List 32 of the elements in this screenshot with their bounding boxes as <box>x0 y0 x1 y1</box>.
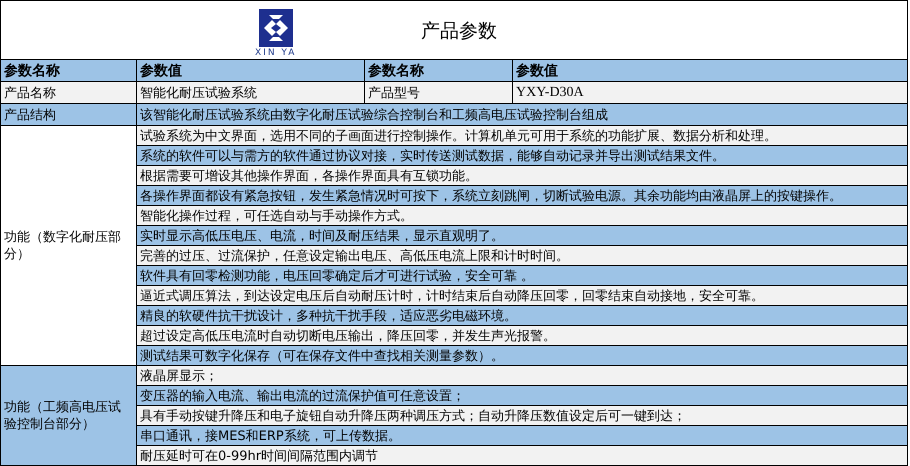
table-cell: YXY-D30A <box>513 82 908 104</box>
table-cell: 产品型号 <box>365 82 513 104</box>
column-header: 参数名称 <box>365 60 513 82</box>
table-cell: 功能（工频高电压试验控制台部分） <box>1 366 137 466</box>
table-cell: 超过设定高低压电流时自动切断电压输出，降压回零，并发生声光报警。 <box>137 326 908 346</box>
table-cell: 测试结果可数字化保存（可在保存文件中查找相关测量参数）。 <box>137 346 908 366</box>
table-cell: 液晶屏显示； <box>137 366 908 386</box>
table-cell: 软件具有回零检测功能，电压回零确定后才可进行试验，安全可靠 。 <box>137 266 908 286</box>
table-cell: 该智能化耐压试验系统由数字化耐压试验综合控制台和工频高电压试验控制台组成 <box>137 104 908 126</box>
table-cell: 系统的软件可以与需方的软件通过协议对接，实时传送测试数据，能够自动记录并导出测试结果文件。 <box>137 146 908 166</box>
table-cell: 产品名称 <box>1 82 137 104</box>
table-cell: 根据需要可增设其他操作界面，各操作界面具有互锁功能。 <box>137 166 908 186</box>
column-header: 参数值 <box>513 60 908 82</box>
table-cell: 完善的过压、过流保护，任意设定输出电压、高低压电流上限和计时时间。 <box>137 246 908 266</box>
table-cell: 实时显示高低压电压、电流，时间及耐压结果，显示直观明了。 <box>137 226 908 246</box>
logo-text: XIN YA <box>255 48 296 58</box>
table-cell: 具有手动按键升降压和电子旋钮自动升降压两种调压方式；自动升降压数值设定后可一键到达； <box>137 406 908 426</box>
sheet-title: 产品参数 <box>421 19 497 44</box>
table-cell: 各操作界面都设有紧急按钮，发生紧急情况时可按下，系统立刻跳闸，切断试验电源。其余功能均由液晶屏上的按键操作。 <box>137 186 908 206</box>
table-cell: 试验系统为中文界面，选用不同的子画面进行控制操作。计算机单元可用于系统的功能扩展、数据分析和处理。 <box>137 126 908 146</box>
table-cell: 产品结构 <box>1 104 137 126</box>
table-cell: 逼近式调压算法，到达设定电压后自动耐压计时，计时结束后自动降压回零，回零结束自动接地，安全可靠。 <box>137 286 908 306</box>
table-cell: 串口通讯，接MES和ERP系统，可上传数据。 <box>137 426 908 446</box>
table-cell: 功能（数字化耐压部分） <box>1 126 137 366</box>
table-cell: 智能化操作过程，可任选自动与手动操作方式。 <box>137 206 908 226</box>
table-cell: 变压器的输入电流、输出电流的过流保护值可任意设置； <box>137 386 908 406</box>
logo-icon <box>258 9 293 47</box>
column-header: 参数名称 <box>1 60 137 82</box>
column-header: 参数值 <box>137 60 365 82</box>
table-cell: 智能化耐压试验系统 <box>137 82 365 104</box>
table-cell: 耐压延时可在0-99hr时间间隔范围内调节 <box>137 446 908 466</box>
table-cell: 精良的软硬件抗干扰设计，多种抗干扰手段，适应恶劣电磁环境。 <box>137 306 908 326</box>
